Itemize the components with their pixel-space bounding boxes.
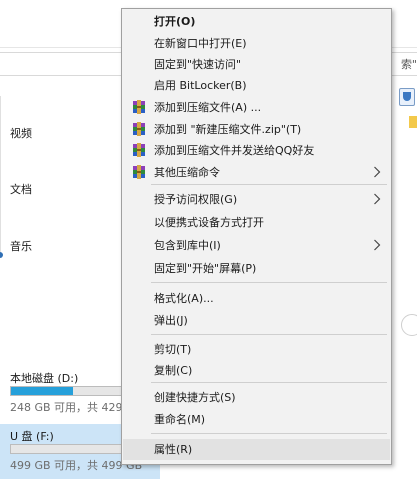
- context-menu: 打开(O) 在新窗口中打开(E) 固定到"快速访问" 启用 BitLocker(B) 添…: [121, 8, 392, 465]
- menu-item-properties[interactable]: 属性(R): [123, 439, 390, 460]
- nav-pane-divider: [0, 96, 1, 256]
- menu-item-label: 在新窗口中打开(E): [154, 37, 247, 50]
- menu-item-eject[interactable]: 弹出(J): [123, 310, 390, 331]
- menu-item-cut[interactable]: 剪切(T): [123, 339, 390, 360]
- menu-separator: [151, 334, 387, 335]
- menu-item-include-in-library[interactable]: 包含到库中(I): [123, 235, 390, 256]
- menu-separator: [151, 184, 387, 185]
- menu-item-pin-to-start[interactable]: 固定到"开始"屏幕(P): [123, 258, 390, 279]
- drive-capacity: 248 GB 可用，共 429: [10, 401, 123, 414]
- menu-item-add-to-archive[interactable]: 添加到压缩文件(A) ...: [123, 97, 390, 118]
- menu-item-label: 弹出(J): [154, 314, 188, 327]
- menu-item-format[interactable]: 格式化(A)...: [123, 288, 390, 309]
- nav-item-music[interactable]: 音乐: [10, 238, 32, 254]
- scroll-button[interactable]: [401, 314, 417, 336]
- menu-item-open-portable-device[interactable]: 以便携式设备方式打开: [123, 212, 390, 233]
- nav-marker-icon: [0, 252, 3, 258]
- winrar-icon: [133, 143, 145, 157]
- menu-item-label: 格式化(A)...: [154, 292, 214, 305]
- menu-item-label: 包含到库中(I): [154, 239, 221, 252]
- nav-item-videos[interactable]: 视频: [10, 125, 32, 141]
- menu-item-label: 启用 BitLocker(B): [154, 79, 247, 92]
- menu-item-label: 复制(C): [154, 364, 193, 377]
- menu-item-more-archive-commands[interactable]: 其他压缩命令: [123, 162, 390, 183]
- menu-item-label: 重命名(M): [154, 413, 206, 426]
- shield-icon[interactable]: [399, 88, 415, 106]
- menu-item-rename[interactable]: 重命名(M): [123, 409, 390, 430]
- chevron-right-icon: [374, 193, 381, 205]
- winrar-icon: [133, 100, 145, 114]
- menu-item-label: 固定到"开始"屏幕(P): [154, 262, 257, 275]
- menu-item-label: 以便携式设备方式打开: [154, 216, 264, 229]
- menu-item-add-to-zip[interactable]: 添加到 "新建压缩文件.zip"(T): [123, 119, 390, 140]
- chevron-right-icon: [374, 166, 381, 178]
- menu-separator: [151, 382, 387, 383]
- menu-item-label: 剪切(T): [154, 343, 192, 356]
- menu-item-label: 授予访问权限(G): [154, 193, 238, 206]
- menu-item-label: 添加到压缩文件(A) ...: [154, 101, 262, 114]
- menu-item-label: 添加到 "新建压缩文件.zip"(T): [154, 123, 302, 136]
- winrar-icon: [133, 165, 145, 179]
- nav-item-documents[interactable]: 文档: [10, 181, 32, 197]
- menu-item-give-access[interactable]: 授予访问权限(G): [123, 189, 390, 210]
- drive-usage-fill: [11, 387, 74, 395]
- drive-name: U 盘 (F:): [10, 430, 54, 443]
- menu-item-label: 创建快捷方式(S): [154, 391, 236, 404]
- menu-item-copy[interactable]: 复制(C): [123, 360, 390, 381]
- menu-item-label: 固定到"快速访问": [154, 58, 242, 71]
- menu-item-pin-quick-access[interactable]: 固定到"快速访问": [123, 54, 390, 75]
- menu-item-label: 添加到压缩文件并发送给QQ好友: [154, 144, 315, 157]
- drive-name: 本地磁盘 (D:): [10, 372, 79, 385]
- menu-item-add-archive-send-qq[interactable]: 添加到压缩文件并发送给QQ好友: [123, 140, 390, 161]
- menu-item-open-new-window[interactable]: 在新窗口中打开(E): [123, 33, 390, 54]
- menu-item-open[interactable]: 打开(O): [123, 11, 390, 32]
- menu-item-label: 打开(O): [154, 15, 196, 28]
- search-box-fragment[interactable]: 索": [401, 56, 417, 72]
- menu-separator: [151, 433, 387, 434]
- menu-item-create-shortcut[interactable]: 创建快捷方式(S): [123, 387, 390, 408]
- menu-item-enable-bitlocker[interactable]: 启用 BitLocker(B): [123, 75, 390, 96]
- menu-item-label: 其他压缩命令: [154, 166, 220, 179]
- winrar-icon: [133, 122, 145, 136]
- menu-item-label: 属性(R): [154, 443, 193, 456]
- menu-separator: [151, 282, 387, 283]
- folder-icon: [409, 116, 417, 128]
- chevron-right-icon: [374, 239, 381, 251]
